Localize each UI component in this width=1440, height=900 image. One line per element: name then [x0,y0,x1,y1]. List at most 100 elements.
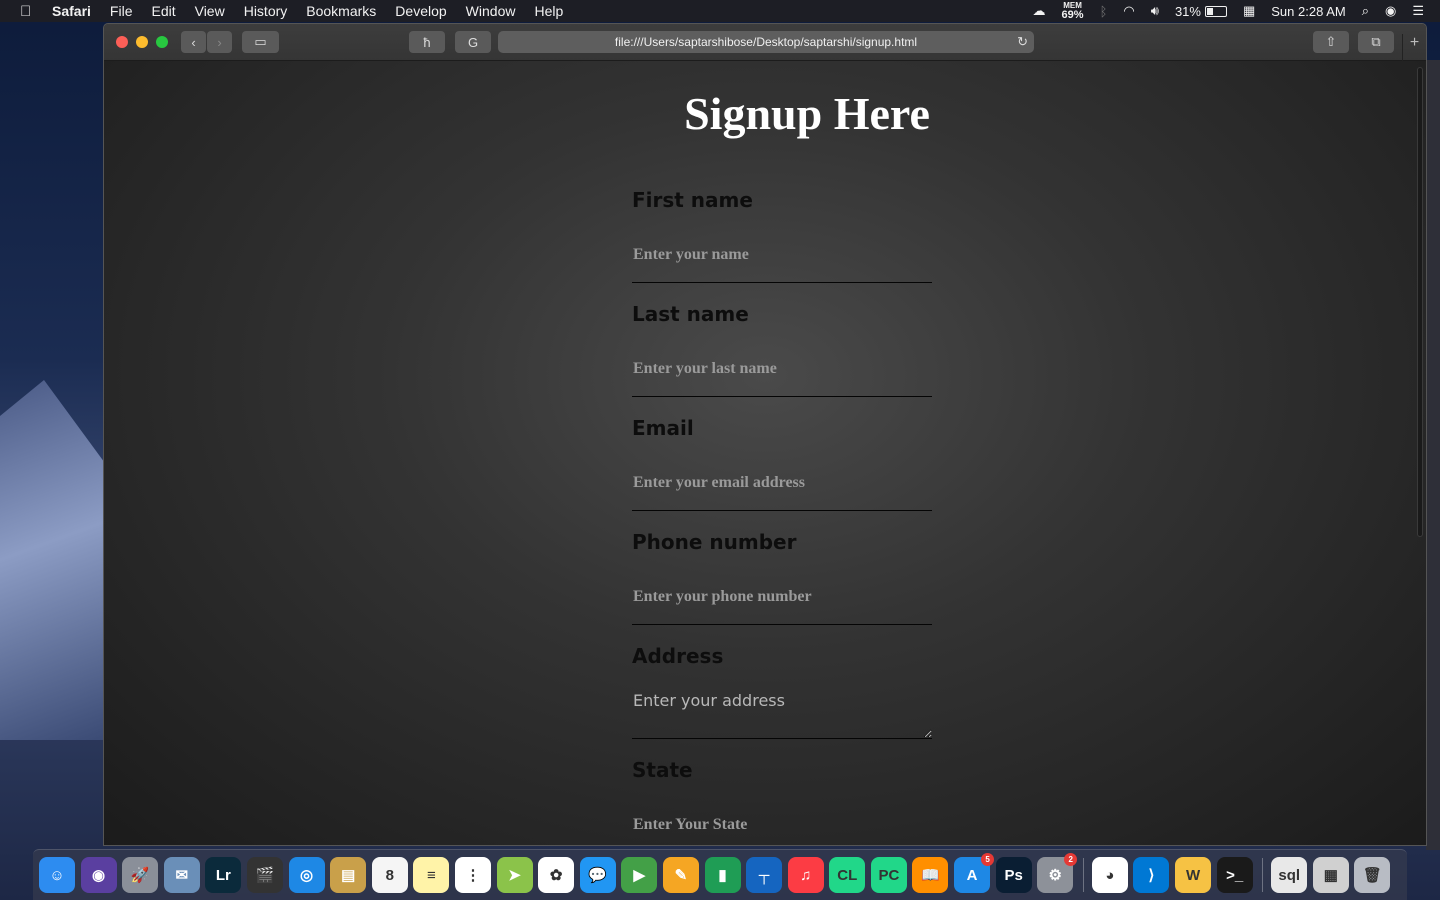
spotlight-search-icon[interactable]: ⌕ [1362,3,1369,19]
battery-percent: 31% [1174,3,1201,19]
dock-clion-icon[interactable]: CL [829,857,866,893]
apple-icon[interactable]:  [20,3,34,20]
wifi-icon[interactable]: ◠ [1123,3,1134,19]
zoom-window-button[interactable] [156,36,168,48]
dock-music-icon[interactable]: ♫ [787,857,824,893]
dock-photos-icon[interactable]: ✿ [538,857,575,893]
sidebar-icon: ▭ [254,34,267,49]
menu-edit[interactable]: Edit [151,3,175,19]
clock[interactable]: Sun 2:28 AM [1271,4,1345,19]
first-name-group: First name [632,187,932,301]
input-menu-icon[interactable]: ▦ [1243,3,1255,19]
tab-overview-button[interactable]: ⧉ [1358,31,1394,53]
siri-icon[interactable]: ◉ [1385,3,1396,19]
dock-notes-icon[interactable]: ≡ [413,857,450,893]
minimize-window-button[interactable] [136,36,148,48]
bluetooth-icon[interactable]: ᛒ [1100,4,1108,19]
window-controls [116,36,176,48]
extension-button[interactable]: ћ [409,31,445,53]
dock-photoshop-icon[interactable]: Ps [995,857,1032,893]
menu-file[interactable]: File [110,3,133,19]
dock-sql-file-icon[interactable]: sql [1271,857,1308,893]
state-label: State [632,758,693,782]
dock: ☺ ◉ 🚀 ✉ Lr 🎬 ◎ ▤ 8 ≡ ⋮ ➤ ✿ 💬 ▶ ✎ ▮ ┬ ♫ CL PC 📖 A 5 Ps ⚙ 2 ◕ ⟩ W >_ sql ▦… [33,849,1407,900]
phone-group: Phone number [632,529,932,643]
chevron-left-icon: ‹ [191,34,196,50]
notification-badge: 5 [981,853,995,866]
dock-trash-icon[interactable]: 🗑 [1354,857,1391,893]
address-textarea[interactable] [632,683,932,739]
state-input[interactable] [632,797,932,845]
menu-history[interactable]: History [244,3,288,19]
address-group: Address [632,643,932,757]
share-icon: ⇧ [1325,34,1337,49]
dock-lightroom-icon[interactable]: Lr [205,857,242,893]
dock-calendar-icon[interactable]: 8 [371,857,408,893]
creative-cloud-icon[interactable]: ☁ [1033,3,1046,19]
phone-input[interactable] [632,569,932,625]
first-name-input[interactable] [632,227,932,283]
reload-icon[interactable]: ↻ [1017,34,1028,50]
dock-notefile-icon[interactable]: ▤ [330,857,367,893]
menu-bookmarks[interactable]: Bookmarks [306,3,376,19]
dock-pycharm-icon[interactable]: PC [870,857,907,893]
last-name-group: Last name [632,301,932,415]
phone-label: Phone number [632,530,797,554]
address-bar[interactable]: file:///Users/saptarshibose/Desktop/sapt… [498,31,1034,53]
address-label: Address [632,644,724,668]
volume-icon[interactable]: 🔊︎ [1151,3,1159,19]
share-button[interactable]: ⇧ [1313,31,1349,53]
new-tab-button[interactable]: + [1402,34,1426,61]
menu-help[interactable]: Help [534,3,563,19]
grammarly-button[interactable]: G [455,31,491,53]
menu-window[interactable]: Window [466,3,516,19]
close-window-button[interactable] [116,36,128,48]
notification-badge: 2 [1064,853,1078,866]
last-name-label: Last name [632,302,749,326]
dock-siri-icon[interactable]: ◉ [80,857,117,893]
dock-keynote-icon[interactable]: ┬ [746,857,783,893]
dock-separator [1262,858,1264,892]
page-content: Signup Here First name Last name Email P… [104,61,1426,845]
dock-wunderlist-icon[interactable]: W [1175,857,1212,893]
battery-icon [1204,5,1227,17]
menu-app-name[interactable]: Safari [52,3,91,19]
sidebar-toggle-button[interactable]: ▭ [242,31,279,53]
notification-center-icon[interactable]: ☰ [1412,3,1424,19]
memory-status[interactable]: MEM 69% [1061,1,1084,21]
battery-status[interactable]: 31% [1175,4,1227,19]
mem-value: 69% [1061,8,1084,21]
dock-final-cut-icon[interactable]: 🎬 [246,857,283,893]
menu-view[interactable]: View [195,3,225,19]
dock-screenshot-stack-icon[interactable]: ▦ [1312,857,1349,893]
plus-icon: + [1409,34,1420,51]
dock-safari-icon[interactable]: ◎ [288,857,325,893]
safari-window: ‹ › ▭ ћ G file:///Users/saptarshibose/De… [103,23,1427,846]
email-input[interactable] [632,455,932,511]
dock-terminal-icon[interactable]: >_ [1216,857,1253,893]
page-title: Signup Here [684,88,930,139]
first-name-label: First name [632,188,753,212]
tabs-icon: ⧉ [1371,34,1381,49]
dock-system-prefs-icon[interactable]: ⚙ 2 [1037,853,1078,893]
dock-app-store-icon[interactable]: A5 [954,853,995,893]
signup-form: First name Last name Email Phone number … [632,187,932,845]
dock-books-icon[interactable]: 📖 [912,857,949,893]
dock-messages-icon[interactable]: 💬 [579,857,616,893]
browser-toolbar: ‹ › ▭ ћ G file:///Users/saptarshibose/De… [104,24,1426,61]
dock-maps-icon[interactable]: ➤ [496,857,533,893]
menu-develop[interactable]: Develop [395,3,446,19]
dock-pages-icon[interactable]: ✎ [662,857,699,893]
back-button[interactable]: ‹ [181,31,206,53]
dock-reminders-icon[interactable]: ⋮ [454,857,491,893]
dock-launchpad-icon[interactable]: 🚀 [122,857,159,893]
dock-mail-bird-icon[interactable]: ✉ [163,857,200,893]
dock-finder-icon[interactable]: ☺ [39,857,75,893]
dock-vscode-icon[interactable]: ⟩ [1133,857,1170,893]
last-name-input[interactable] [632,341,932,397]
forward-button[interactable]: › [207,31,232,53]
dock-chrome-icon[interactable]: ◕ [1091,857,1128,893]
dock-facetime-icon[interactable]: ▶ [621,857,658,893]
email-group: Email [632,415,932,529]
dock-numbers-icon[interactable]: ▮ [704,857,741,893]
